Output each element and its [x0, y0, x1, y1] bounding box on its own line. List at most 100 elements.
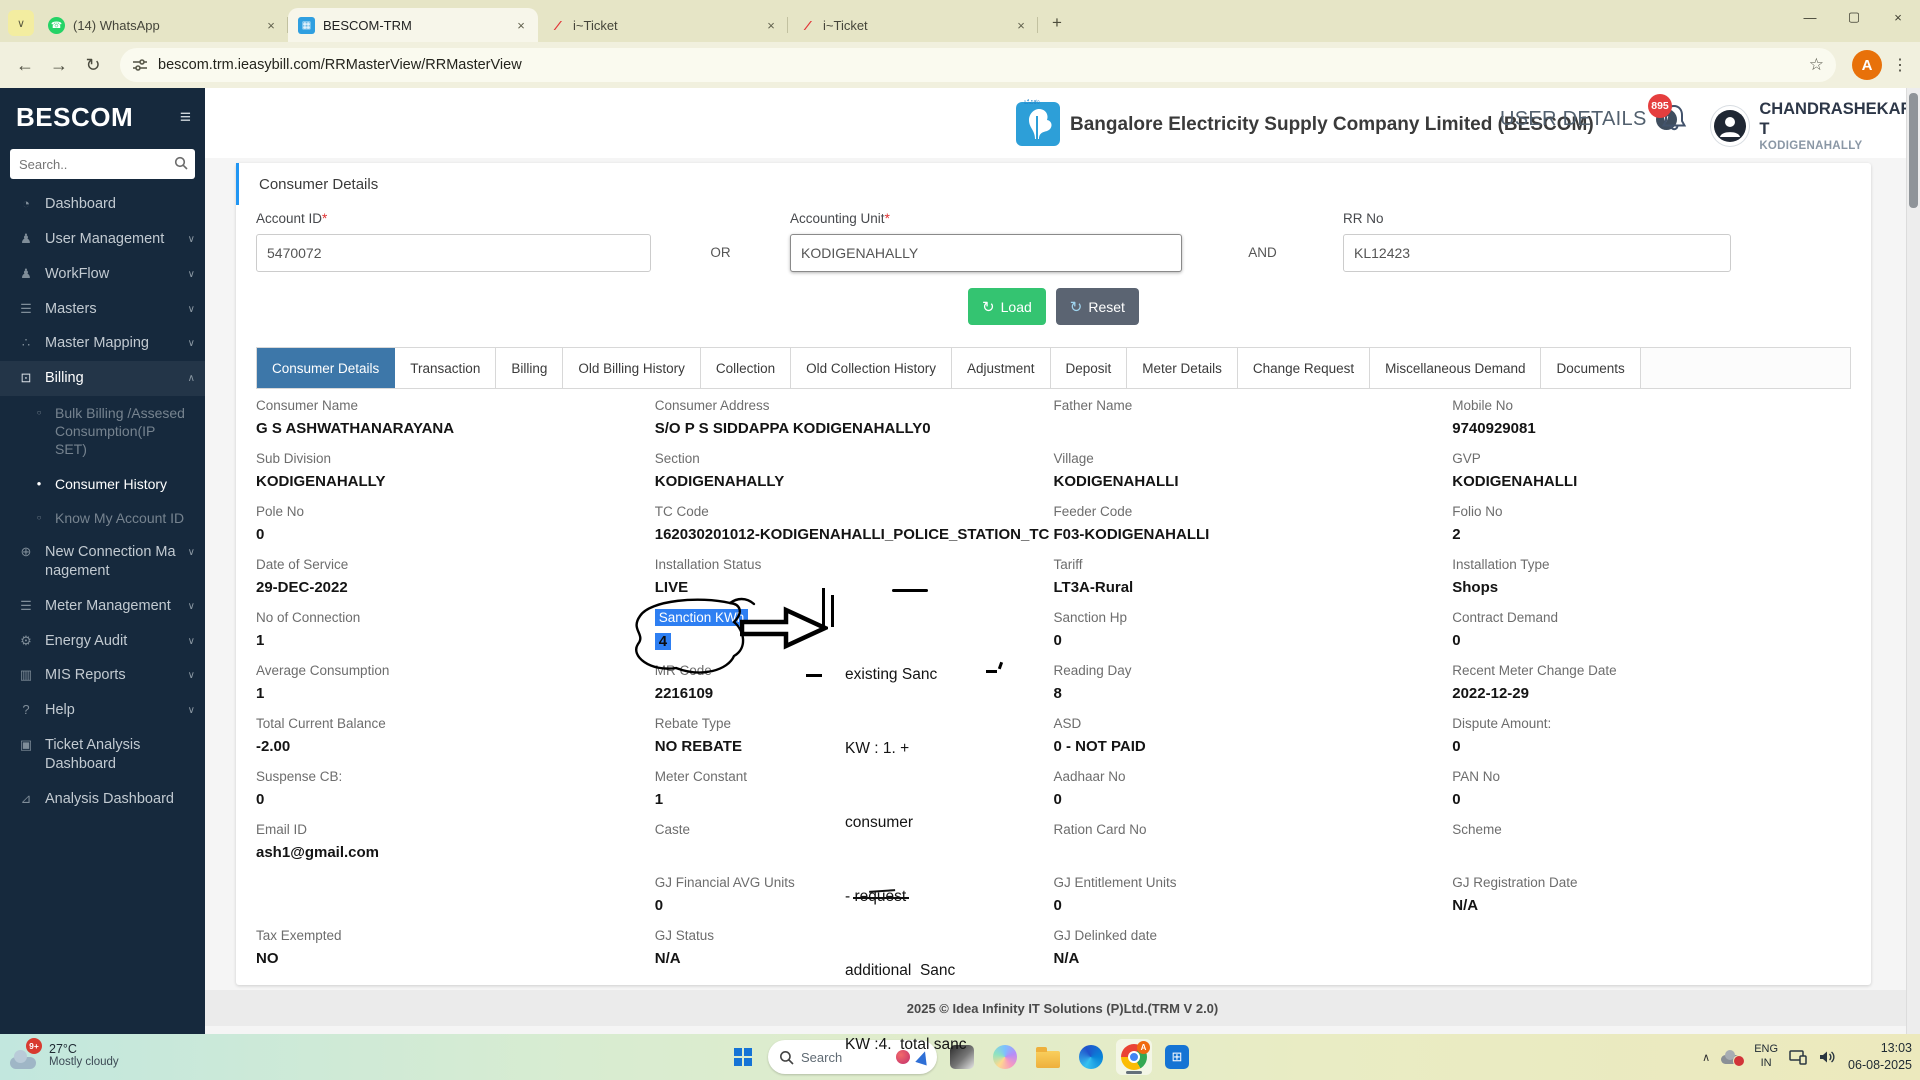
field-value: 1 — [256, 685, 265, 702]
url-text[interactable]: bescom.trm.ieasybill.com/RRMasterView/RR… — [158, 57, 1799, 73]
account-id-input[interactable] — [256, 234, 651, 272]
onedrive-icon[interactable] — [1721, 1049, 1746, 1067]
volume-icon[interactable] — [1819, 1049, 1837, 1065]
field-value: Shops — [1452, 579, 1499, 596]
detail-tab[interactable]: Miscellaneous Demand — [1370, 348, 1542, 388]
field-label: Consumer Address — [654, 398, 770, 413]
browser-tab[interactable]: BESCOM-TRM × — [288, 8, 538, 42]
sidebar-item[interactable]: ◔ Dashboard — [0, 187, 205, 222]
taskbar-app-store[interactable]: ⊞ — [1159, 1039, 1195, 1075]
taskbar-app-copilot[interactable] — [987, 1039, 1023, 1075]
rr-no-input[interactable] — [1343, 234, 1731, 272]
tab-close-icon[interactable]: × — [762, 16, 780, 34]
tab-close-icon[interactable]: × — [512, 16, 530, 34]
bookmark-star-icon[interactable]: ☆ — [1809, 55, 1824, 75]
browser-menu-icon[interactable]: ⋮ — [1888, 55, 1912, 75]
field-label: Total Current Balance — [256, 716, 386, 731]
detail-tab[interactable]: Adjustment — [951, 348, 1051, 388]
sidebar-item[interactable]: ● Consumer History — [0, 467, 205, 501]
load-button[interactable]: ↻ Load — [968, 288, 1046, 325]
sidebar-item[interactable]: ⚙ Energy Audit ∨ — [0, 624, 205, 659]
sidebar-item[interactable]: ⊡ Billing ∧ — [0, 361, 205, 397]
field-cell: TC Code 162030201012-KODIGENAHALLI_POLIC… — [655, 503, 1054, 556]
clock-widget[interactable]: 13:03 06-08-2025 — [1848, 1040, 1912, 1074]
sidebar-item[interactable]: ∴ Master Mapping ∨ — [0, 326, 205, 361]
field-cell: ASD 0 - NOT PAID — [1054, 715, 1453, 768]
weather-widget[interactable]: 9+ 27°C Mostly cloudy — [10, 1038, 119, 1072]
sidebar-item-label: Billing — [45, 370, 84, 387]
sidebar-item[interactable]: ♟ WorkFlow ∨ — [0, 257, 205, 292]
field-label: Sanction KWh — [654, 609, 749, 626]
user-profile-chip[interactable]: CHANDRASHEKAR T KODIGENAHALLY — [1710, 100, 1920, 152]
dot-bullet-icon: ● — [36, 478, 42, 488]
sidebar-item[interactable]: ⊕ New Connection Management ∨ — [0, 535, 205, 589]
maximize-button[interactable]: ▢ — [1832, 0, 1876, 34]
field-value: 2216109 — [654, 685, 714, 702]
close-button[interactable]: × — [1876, 0, 1920, 34]
consumer-details-card: Consumer Details Account ID* OR Accounti… — [236, 163, 1871, 985]
sidebar-item[interactable]: ♟ User Management ∨ — [0, 222, 205, 257]
detail-tab[interactable]: Old Billing History — [563, 348, 701, 388]
detail-tab[interactable]: Billing — [496, 348, 564, 388]
ticket-analysis-icon: ▣ — [19, 737, 33, 753]
sidebar-item[interactable]: ? Help ∨ — [0, 693, 205, 728]
language-indicator[interactable]: ENG IN — [1754, 1043, 1778, 1071]
browser-tab[interactable]: i~Ticket × — [788, 8, 1038, 42]
detail-tab[interactable]: Collection — [700, 348, 792, 388]
taskbar-app-edge[interactable] — [1073, 1039, 1109, 1075]
detail-tab[interactable]: Meter Details — [1127, 348, 1238, 388]
sidebar-item-label: Analysis Dashboard — [45, 790, 174, 807]
site-settings-icon[interactable] — [132, 57, 148, 73]
windows-icon — [734, 1048, 752, 1066]
sidebar-toggle-icon[interactable]: ≡ — [180, 107, 191, 129]
detail-tab[interactable]: Deposit — [1050, 348, 1128, 388]
chevron-icon: ∨ — [187, 670, 195, 682]
scrollbar[interactable] — [1906, 88, 1920, 1034]
tray-chevron-icon[interactable]: ∧ — [1702, 1051, 1710, 1064]
sidebar-item[interactable]: ☰ Meter Management ∨ — [0, 589, 205, 624]
reload-button[interactable]: ↻ — [76, 48, 110, 82]
taskbar-app-photos[interactable] — [944, 1039, 980, 1075]
tab-title: BESCOM-TRM — [323, 17, 412, 33]
sidebar-item[interactable]: ○ Know My Account ID — [0, 501, 205, 535]
forward-button[interactable]: → — [42, 48, 76, 82]
taskbar-app-file-explorer[interactable] — [1030, 1039, 1066, 1075]
browser-profile-avatar[interactable]: A — [1852, 50, 1882, 80]
field-label: GJ Delinked date — [1053, 928, 1158, 943]
detail-tab[interactable]: Transaction — [395, 348, 497, 388]
tray-date: 06-08-2025 — [1848, 1058, 1912, 1072]
sidebar-item-label: Dashboard — [45, 196, 116, 212]
field-label: GJ Registration Date — [1452, 875, 1578, 890]
address-bar[interactable]: bescom.trm.ieasybill.com/RRMasterView/RR… — [120, 48, 1836, 82]
tab-search-button[interactable]: ∨ — [8, 10, 34, 36]
sidebar-search-input[interactable] — [10, 149, 195, 179]
sidebar-item[interactable]: ☰ Masters ∨ — [0, 292, 205, 327]
detail-tab[interactable]: Consumer Details — [257, 348, 396, 388]
notifications-button[interactable]: 895 — [1648, 94, 1688, 137]
minimize-button[interactable]: — — [1788, 0, 1832, 34]
detail-tab[interactable]: Documents — [1541, 348, 1641, 388]
sidebar-item[interactable]: ○ Bulk Billing /Assesed Consumption(IP S… — [0, 396, 205, 467]
new-tab-button[interactable]: + — [1044, 10, 1070, 36]
field-cell: GJ Delinked date N/A — [1054, 927, 1453, 980]
taskbar-search[interactable]: Search — [768, 1040, 937, 1074]
detail-tab[interactable]: Change Request — [1237, 348, 1371, 388]
start-button[interactable] — [725, 1039, 761, 1075]
sidebar-item[interactable]: ▣ Ticket Analysis Dashboard — [0, 728, 205, 782]
detail-tab[interactable]: Old Collection History — [791, 348, 952, 388]
tab-close-icon[interactable]: × — [262, 16, 280, 34]
back-button[interactable]: ← — [8, 48, 42, 82]
accounting-unit-input[interactable] — [790, 234, 1182, 272]
sidebar-item[interactable]: ⊿ Analysis Dashboard — [0, 782, 205, 817]
taskbar-app-chrome[interactable]: A — [1116, 1039, 1152, 1075]
network-icon[interactable] — [1789, 1049, 1808, 1065]
tab-close-icon[interactable]: × — [1012, 16, 1030, 34]
reset-button[interactable]: ↻ Reset — [1055, 288, 1139, 325]
browser-tab[interactable]: i~Ticket × — [538, 8, 788, 42]
logo-script-text: ಬೆವಿಕಂ — [1024, 99, 1040, 106]
field-label: TC Code — [654, 504, 709, 519]
sidebar-item[interactable]: ▥ MIS Reports ∨ — [0, 658, 205, 693]
scrollbar-thumb[interactable] — [1909, 93, 1918, 208]
field-value: NO REBATE — [654, 738, 742, 755]
browser-tab[interactable]: (14) WhatsApp × — [38, 8, 288, 42]
